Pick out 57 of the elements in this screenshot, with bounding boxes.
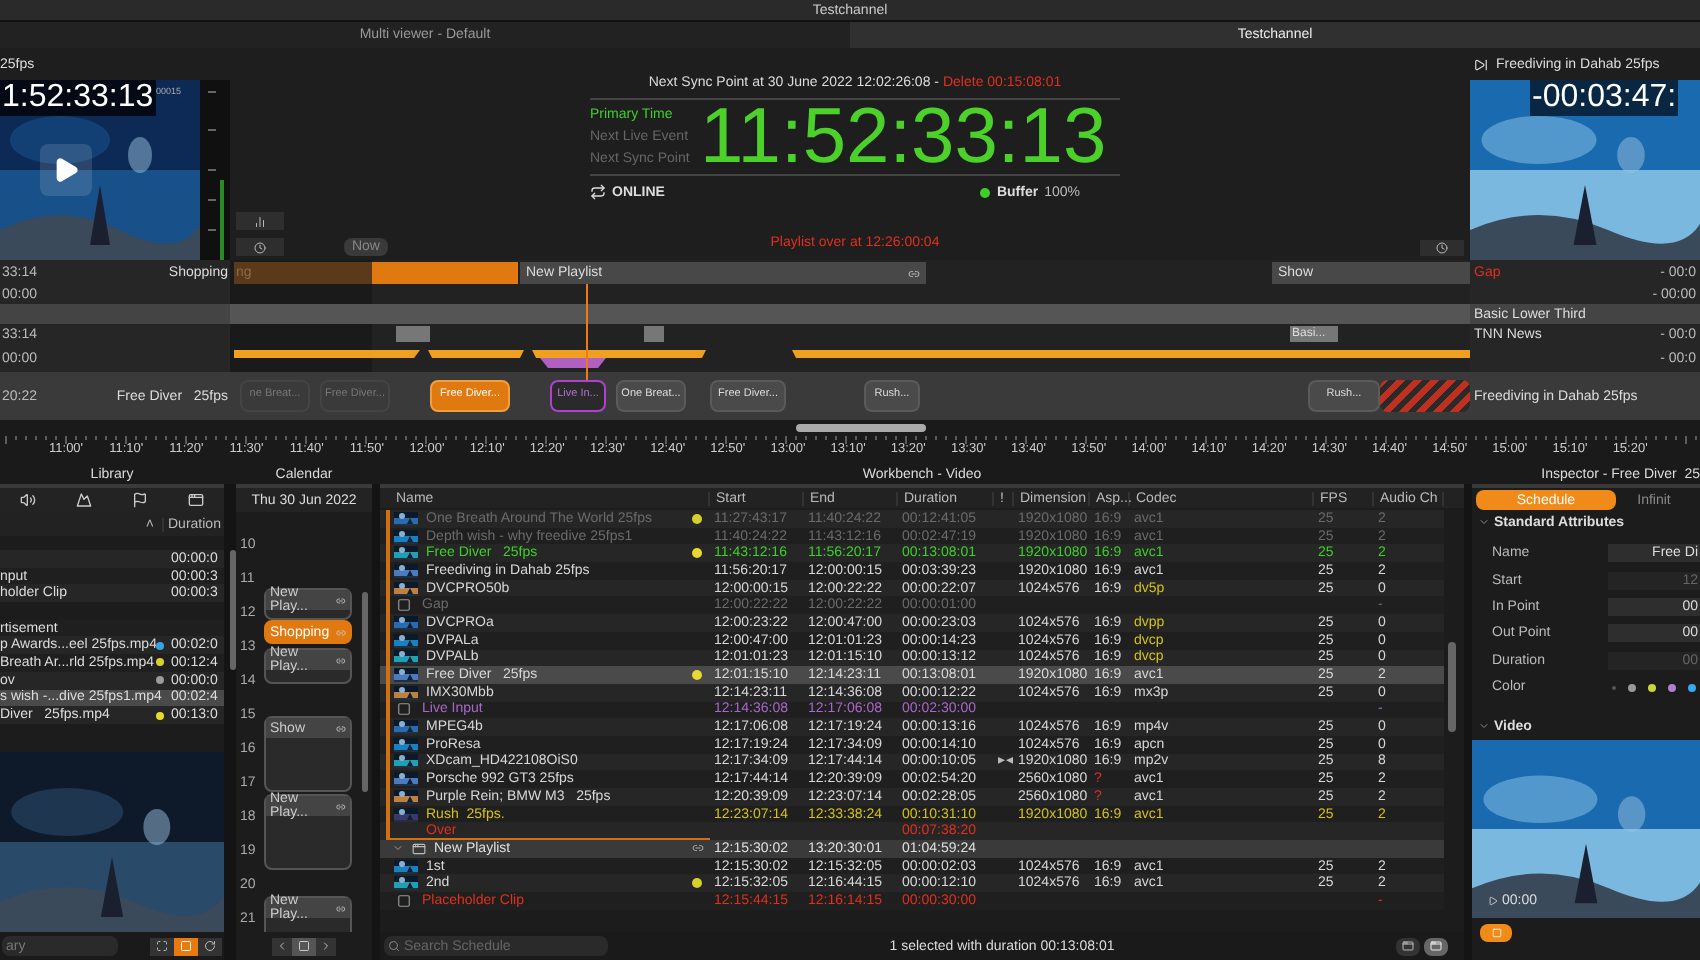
square-icon	[298, 940, 310, 952]
skip-icon[interactable]	[1474, 57, 1488, 71]
window-icon	[1428, 940, 1444, 952]
audio-icon[interactable]	[20, 492, 36, 508]
view-toggle-button[interactable]	[1396, 937, 1420, 955]
clock-time: 11:52:33:13	[700, 98, 1107, 176]
clip-placeholder-icon	[394, 598, 414, 613]
window-icon	[1400, 940, 1416, 952]
view-toggle-button[interactable]	[1424, 937, 1448, 955]
refresh-icon	[204, 940, 216, 952]
chart-button[interactable]	[236, 212, 284, 230]
scrollbar-thumb[interactable]	[1448, 642, 1456, 732]
clip-placeholder-icon	[394, 893, 414, 908]
window-icon[interactable]	[188, 492, 204, 508]
timecode: -00:03:47:	[1532, 80, 1677, 114]
image-icon[interactable]	[76, 492, 92, 508]
fullscreen-button[interactable]	[150, 937, 174, 955]
flag-icon[interactable]	[132, 492, 148, 508]
preview-button[interactable]	[174, 937, 198, 955]
link-icon	[336, 903, 346, 913]
clock-icon	[1436, 242, 1448, 254]
previous-button[interactable]	[272, 937, 292, 955]
play-icon	[52, 156, 80, 184]
today-button[interactable]	[292, 937, 316, 955]
link-icon	[336, 595, 346, 605]
playlist-icon	[410, 841, 428, 856]
link-icon	[908, 267, 920, 279]
scrollbar-thumb[interactable]	[230, 550, 237, 670]
scrollbar-thumb[interactable]	[362, 592, 368, 792]
play-icon[interactable]	[1488, 896, 1498, 907]
next-button[interactable]	[316, 937, 336, 955]
square-icon	[180, 940, 192, 952]
connection-icon	[590, 184, 606, 200]
square-icon	[1491, 927, 1501, 938]
link-icon	[692, 842, 704, 855]
color-swatch[interactable]	[1648, 683, 1656, 692]
color-swatch[interactable]	[1628, 683, 1636, 692]
scrollbar-thumb[interactable]	[796, 424, 926, 432]
previous-icon	[276, 940, 288, 952]
chart-icon	[254, 215, 266, 227]
refresh-button[interactable]	[198, 937, 222, 955]
timecode: 1:52:33:13	[2, 80, 154, 114]
link-icon	[336, 655, 346, 665]
clock-button[interactable]	[236, 238, 284, 256]
link-icon	[336, 801, 346, 811]
preview-button[interactable]	[1480, 923, 1512, 942]
link-icon	[336, 723, 346, 733]
clock-icon	[254, 241, 266, 253]
color-swatch[interactable]	[1688, 683, 1696, 692]
link-icon	[336, 627, 346, 637]
search-icon	[388, 940, 400, 952]
timeline-clip[interactable]	[1380, 380, 1470, 412]
play-button[interactable]	[40, 144, 92, 196]
next-icon	[320, 940, 332, 952]
color-swatch[interactable]	[1668, 683, 1676, 692]
clip-placeholder-icon	[394, 702, 414, 717]
clock-button[interactable]	[1420, 240, 1464, 256]
